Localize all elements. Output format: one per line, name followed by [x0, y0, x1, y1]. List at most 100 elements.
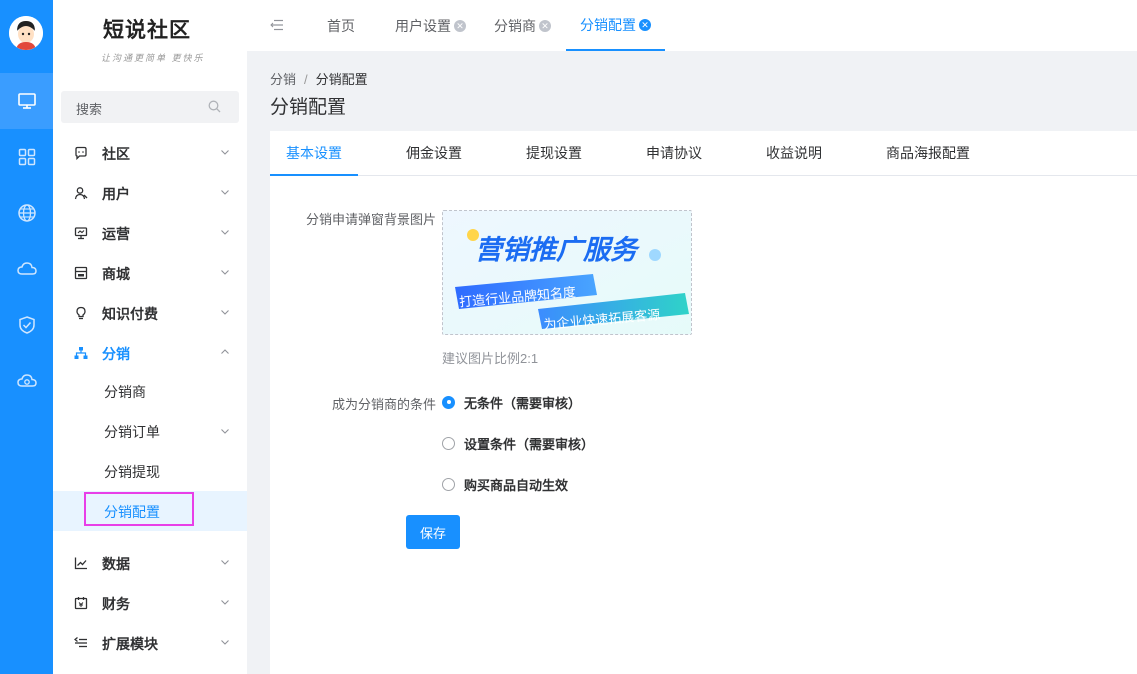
monitor-icon [74, 227, 88, 240]
tab-application-agreement[interactable]: 申请协议 [630, 131, 718, 176]
tab-label: 用户设置 [395, 17, 451, 34]
breadcrumb: 分销 / 分销配置 [270, 69, 368, 88]
menu-label: 商城 [102, 266, 130, 282]
logo-title: 短说社区 [103, 17, 191, 42]
sidebar-item-knowledge[interactable]: 知识付费 [53, 293, 247, 333]
chevron-down-icon [221, 230, 229, 235]
radio-set-condition[interactable]: 设置条件（需要审核） [442, 433, 594, 453]
condition-label: 成为分销商的条件 [331, 397, 436, 412]
menu-label: 扩展模块 [102, 636, 158, 652]
breadcrumb-separator: / [304, 72, 308, 87]
search-placeholder: 搜索 [76, 102, 103, 117]
radio-label: 购买商品自动生效 [464, 477, 569, 493]
chevron-down-icon [221, 310, 229, 315]
sidebar-search-input[interactable]: 搜索 [61, 91, 239, 123]
cloud-service-icon [16, 374, 37, 387]
tab-withdraw-settings[interactable]: 提现设置 [510, 131, 598, 176]
tab-basic-settings[interactable]: 基本设置 [270, 131, 358, 176]
calendar-icon [74, 597, 88, 610]
rail-globe[interactable] [0, 185, 53, 241]
menu-fold-icon[interactable] [270, 19, 284, 31]
sidebar-item-data[interactable]: 数据 [53, 543, 247, 583]
cloud-icon [16, 262, 37, 275]
image-ratio-hint: 建议图片比例2:1 [442, 351, 539, 366]
radio-no-condition[interactable]: 无条件（需要审核） [442, 392, 581, 412]
close-icon[interactable]: ✕ [454, 19, 466, 32]
rail-apps[interactable] [0, 129, 53, 185]
rail-cloud[interactable] [0, 241, 53, 297]
rail-shield[interactable] [0, 297, 53, 353]
sidebar-item-distribution[interactable]: 分销 [53, 333, 247, 373]
radio-dot[interactable] [442, 477, 455, 491]
chevron-down-icon [221, 429, 229, 434]
page-title: 分销配置 [270, 97, 347, 118]
menu-label: 知识付费 [102, 306, 158, 322]
banner-title: 营销推广服务 [475, 235, 641, 266]
avatar-icon [9, 16, 43, 50]
tab-commission-settings[interactable]: 佣金设置 [390, 131, 478, 176]
menu-label: 社区 [102, 146, 130, 162]
close-icon[interactable]: ✕ [539, 19, 551, 32]
chevron-down-icon [221, 150, 229, 155]
sitemap-icon [74, 347, 88, 359]
tab-user-settings[interactable]: 用户设置 ✕ [395, 0, 466, 51]
radio-auto-on-purchase[interactable]: 购买商品自动生效 [442, 474, 568, 494]
chevron-down-icon [221, 600, 229, 605]
rail-cloud-service[interactable] [0, 353, 53, 409]
sidebar-item-users[interactable]: 用户 [53, 173, 247, 213]
sidebar-item-operations[interactable]: 运营 [53, 213, 247, 253]
close-icon[interactable]: ✕ [639, 18, 651, 31]
radio-dot[interactable] [442, 436, 455, 450]
tab-label: 分销配置 [580, 16, 636, 33]
content-card: 基本设置 佣金设置 提现设置 申请协议 收益说明 商品海报配置 分销申请弹窗背景… [270, 131, 1137, 674]
sidebar-item-shop[interactable]: 商城 [53, 253, 247, 293]
banner-image: 营销推广服务 打造行业品牌知名度 为企业快速拓展客源 [443, 211, 691, 334]
search-icon [208, 100, 221, 113]
shield-check-icon [18, 316, 35, 334]
sidebar-subitem-orders[interactable]: 分销订单 [53, 411, 247, 451]
tab-label: 分销商 [494, 17, 536, 34]
menu-label: 用户 [102, 186, 130, 202]
logo-subtitle: 让沟通更简单 更快乐 [101, 53, 205, 63]
bg-image-label: 分销申请弹窗背景图片 [305, 212, 436, 227]
breadcrumb-current: 分销配置 [315, 72, 368, 87]
menu-label: 运营 [102, 226, 130, 242]
save-button[interactable]: 保存 [406, 515, 460, 549]
breadcrumb-parent[interactable]: 分销 [270, 72, 296, 87]
lightbulb-icon [76, 306, 86, 320]
menu-label: 分销 [102, 346, 130, 362]
chevron-down-icon [221, 560, 229, 565]
tab-distributors[interactable]: 分销商 ✕ [494, 0, 551, 51]
radio-label: 无条件（需要审核） [464, 395, 582, 411]
tab-distribution-config[interactable]: 分销配置 ✕ [566, 0, 665, 51]
chart-icon [74, 557, 87, 570]
chevron-down-icon [221, 640, 229, 645]
radio-label: 设置条件（需要审核） [464, 436, 595, 452]
tab-earnings-description[interactable]: 收益说明 [750, 131, 838, 176]
sidebar: 短说社区 让沟通更简单 更快乐 搜索 社区 用户 运营 商城 知识付费 分销 分… [53, 0, 247, 674]
tab-home[interactable]: 首页 [327, 0, 355, 51]
sidebar-item-extensions[interactable]: 扩展模块 [53, 623, 247, 663]
shop-icon [74, 266, 88, 280]
sidebar-subitem-distributors[interactable]: 分销商 [53, 371, 247, 411]
rail-desktop[interactable] [0, 73, 53, 129]
submenu-label: 分销商 [104, 384, 146, 400]
sidebar-subitem-config[interactable]: 分销配置 [53, 491, 247, 531]
globe-icon [17, 204, 36, 222]
topbar: 首页 用户设置 ✕ 分销商 ✕ 分销配置 ✕ [247, 0, 1137, 51]
chevron-up-icon [221, 349, 229, 354]
tab-poster-config[interactable]: 商品海报配置 [870, 131, 986, 176]
sidebar-subitem-withdraw[interactable]: 分销提现 [53, 451, 247, 491]
user-icon [74, 187, 88, 200]
user-avatar[interactable] [9, 16, 43, 50]
chevron-down-icon [221, 190, 229, 195]
submenu-label: 分销提现 [104, 464, 160, 480]
bg-image-upload[interactable]: 营销推广服务 打造行业品牌知名度 为企业快速拓展客源 [442, 210, 692, 335]
sidebar-item-community[interactable]: 社区 [53, 133, 247, 173]
menu-label: 财务 [102, 596, 130, 612]
sidebar-item-finance[interactable]: 财务 [53, 583, 247, 623]
extension-icon [74, 636, 87, 648]
submenu-label: 分销订单 [104, 424, 160, 440]
radio-dot[interactable] [442, 395, 455, 409]
message-icon [75, 146, 87, 160]
